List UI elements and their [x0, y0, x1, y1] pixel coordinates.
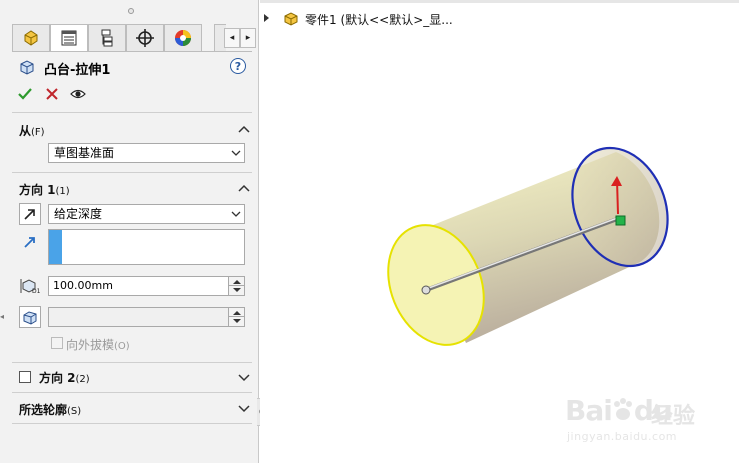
- chevron-up-icon[interactable]: [238, 183, 250, 195]
- depth-drag-handle[interactable]: [615, 215, 626, 226]
- direction-of-extrusion-selection[interactable]: [48, 229, 245, 265]
- part-name-label[interactable]: 零件1 (默认<<默认>_显...: [305, 11, 453, 28]
- direction-vector-icon: [24, 237, 35, 248]
- eye-icon: [70, 89, 86, 99]
- section-divider: [12, 392, 252, 393]
- draft-icon: [23, 311, 37, 325]
- chevron-down-icon: [231, 150, 241, 156]
- feature-title: 凸台-拉伸1: [44, 63, 111, 78]
- reverse-direction-icon: [24, 209, 35, 220]
- draft-toggle-button[interactable]: [19, 306, 41, 328]
- part-icon: [284, 12, 298, 26]
- depth-dimension-icon: D1: [20, 279, 41, 295]
- part-icon: [24, 30, 38, 46]
- appearance-icon: [175, 30, 191, 46]
- watermark-cn: 经验: [651, 404, 696, 429]
- feature-header: 凸台-拉伸1 ?: [18, 57, 252, 78]
- baidu-watermark: Bai du 经验 jingyan.baidu.com: [565, 380, 725, 450]
- depth-spinner[interactable]: [228, 277, 244, 295]
- tab-prev-button[interactable]: ◂: [224, 28, 240, 48]
- solidworks-window: ◂ ▸ 凸台-拉伸1 ? 从(F) 草图基准面 方向 1(1) 给定深度 D1 …: [0, 0, 739, 463]
- chevron-down-icon[interactable]: [238, 402, 250, 414]
- draft-angle-input: [48, 307, 245, 327]
- section-divider: [12, 112, 252, 113]
- tab-appearance[interactable]: [164, 24, 202, 52]
- tab-next-button[interactable]: ▸: [240, 28, 256, 48]
- reverse-direction-button[interactable]: [19, 203, 41, 225]
- help-button[interactable]: ?: [230, 58, 246, 74]
- tabs-divider: [12, 51, 252, 52]
- tab-propertymanager[interactable]: [50, 24, 88, 52]
- configuration-icon: [101, 29, 113, 47]
- draft-angle-spinner: [228, 308, 244, 326]
- tab-dimxpert[interactable]: [126, 24, 164, 52]
- draft-outward-checkbox: [51, 337, 63, 349]
- axis-start-point: [421, 285, 431, 295]
- watermark-url: jingyan.baidu.com: [567, 430, 678, 443]
- section-direction1-title[interactable]: 方向 1(1): [19, 181, 70, 198]
- chevron-down-icon[interactable]: [238, 371, 250, 383]
- property-list-icon: [61, 30, 77, 46]
- chevron-down-icon: [231, 211, 241, 217]
- tab-configurationmanager[interactable]: [88, 24, 126, 52]
- paw-icon: [613, 398, 632, 420]
- section-direction2-title[interactable]: 方向 2(2): [39, 369, 90, 386]
- depth-input[interactable]: 100.00mm: [48, 276, 245, 296]
- manager-tabs: ◂ ▸: [12, 24, 256, 52]
- check-icon: [18, 88, 32, 100]
- ok-button[interactable]: [16, 85, 34, 103]
- panel-grip-icon[interactable]: [128, 8, 134, 14]
- section-divider: [12, 362, 252, 363]
- end-condition-select[interactable]: 给定深度: [48, 204, 245, 224]
- expand-arrow-icon[interactable]: [264, 14, 269, 22]
- section-from-title[interactable]: 从(F): [19, 122, 45, 139]
- graphics-area[interactable]: 零件1 (默认<<默认>_显... Bai du 经验 jingyan.baidu…: [260, 0, 739, 463]
- boss-extrude-icon: [20, 60, 34, 75]
- property-manager-panel: ◂ ▸ 凸台-拉伸1 ? 从(F) 草图基准面 方向 1(1) 给定深度 D1 …: [0, 0, 259, 463]
- section-divider: [12, 423, 252, 424]
- section-divider: [12, 172, 252, 173]
- selection-focus-bar: [49, 230, 62, 264]
- svg-text:D1: D1: [32, 288, 41, 295]
- chevron-up-icon[interactable]: [238, 124, 250, 136]
- crosshair-icon: [136, 29, 154, 47]
- close-icon: [46, 88, 58, 100]
- preview-button[interactable]: [69, 85, 87, 103]
- from-start-condition-select[interactable]: 草图基准面: [48, 143, 245, 163]
- direction2-checkbox[interactable]: [19, 371, 31, 383]
- panel-edge-arrow-icon[interactable]: ◂: [0, 312, 4, 321]
- draft-outward-label: 向外拔模(O): [66, 338, 130, 352]
- cancel-button[interactable]: [43, 85, 61, 103]
- section-selected-contours-title[interactable]: 所选轮廓(S): [19, 401, 81, 418]
- tab-featuremanager[interactable]: [12, 24, 50, 52]
